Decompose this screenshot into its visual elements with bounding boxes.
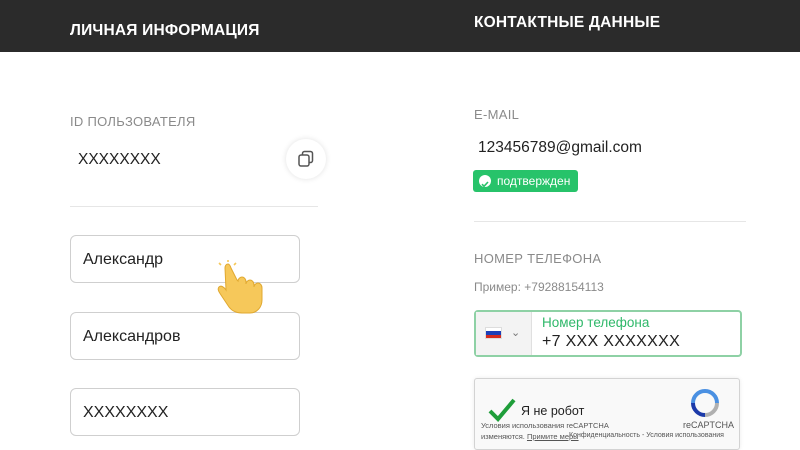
recaptcha-brand: reCAPTCHA xyxy=(683,420,735,430)
first-name-value: Александр xyxy=(83,251,164,268)
phone-field-label: Номер телефона xyxy=(542,315,650,330)
check-circle-icon xyxy=(479,175,491,188)
recaptcha-terms-line2: изменяются. Примите меры xyxy=(481,432,579,441)
email-status-text: подтвержден xyxy=(497,174,571,188)
copy-button[interactable] xyxy=(286,139,326,179)
last-name-field[interactable]: Александров xyxy=(70,312,300,360)
personal-info-section: ID ПОЛЬЗОВАТЕЛЯ XXXXXXXX Александр Алекс… xyxy=(0,52,340,450)
russia-flag-icon xyxy=(485,327,502,339)
recaptcha-terms-prefix: изменяются. xyxy=(481,432,525,441)
recaptcha-terms-line1: Условия использования reCAPTCHA xyxy=(481,421,609,430)
email-value: 123456789@gmail.com xyxy=(478,139,642,156)
personal-info-title: ЛИЧНАЯ ИНФОРМАЦИЯ xyxy=(70,22,260,39)
divider xyxy=(70,206,318,207)
recaptcha-label: Я не робот xyxy=(521,404,585,418)
contact-info-title: КОНТАКТНЫЕ ДАННЫЕ xyxy=(474,14,661,31)
third-field[interactable]: XXXXXXXX xyxy=(70,388,300,436)
recaptcha-privacy-terms[interactable]: Конфиденциальность - Условия использован… xyxy=(569,432,724,439)
chevron-down-icon: ⌄ xyxy=(511,327,521,339)
country-selector[interactable]: ⌄ xyxy=(476,312,532,355)
phone-example: Пример: +79288154113 xyxy=(474,280,604,294)
hand-pointer-icon xyxy=(217,260,263,314)
divider xyxy=(474,221,746,222)
recaptcha-logo-icon xyxy=(691,389,719,417)
user-id-label: ID ПОЛЬЗОВАТЕЛЯ xyxy=(70,114,196,129)
recaptcha-widget: Я не робот reCAPTCHA Условия использован… xyxy=(474,378,740,450)
user-id-value: XXXXXXXX xyxy=(78,151,161,168)
contact-info-section: E-MAIL 123456789@gmail.com подтвержден Н… xyxy=(340,52,756,450)
last-name-value: Александров xyxy=(83,328,181,345)
right-margin xyxy=(756,52,800,450)
header-bar: ЛИЧНАЯ ИНФОРМАЦИЯ КОНТАКТНЫЕ ДАННЫЕ xyxy=(0,0,800,52)
profile-page: ЛИЧНАЯ ИНФОРМАЦИЯ КОНТАКТНЫЕ ДАННЫЕ ID П… xyxy=(0,0,800,450)
phone-label: НОМЕР ТЕЛЕФОНА xyxy=(474,251,602,266)
recaptcha-checkbox[interactable] xyxy=(487,397,517,423)
copy-icon xyxy=(298,150,314,167)
phone-value: +7 XXX XXXXXXX xyxy=(542,333,681,350)
email-verified-badge: подтвержден xyxy=(473,170,579,192)
email-label: E-MAIL xyxy=(474,107,520,122)
phone-input-field[interactable]: ⌄ Номер телефона +7 XXX XXXXXXX xyxy=(474,310,742,357)
third-field-value: XXXXXXXX xyxy=(83,404,169,421)
